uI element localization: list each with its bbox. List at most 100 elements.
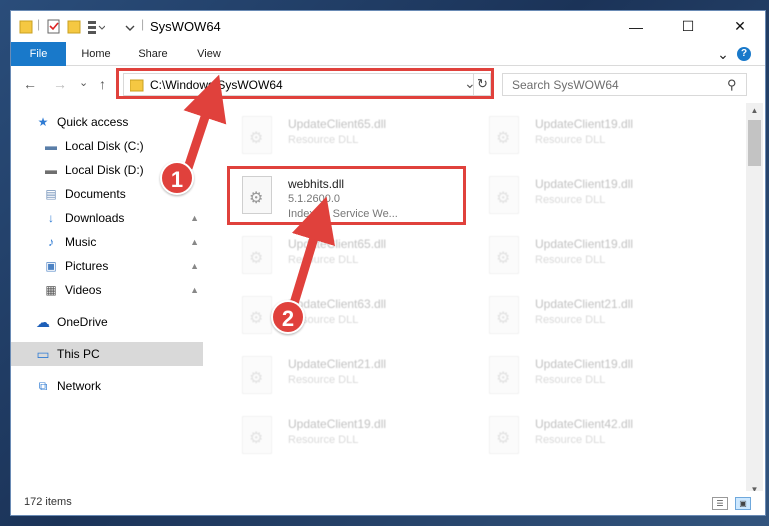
sidebar-item-music[interactable]: ♪ Music ▲ [11,230,203,254]
file-list: UpdateClient65.dll Resource DLL webhits.… [216,103,746,483]
dll-file-icon [489,236,519,274]
file-highlight-box [227,166,466,225]
dll-file-icon [489,116,519,154]
pin-icon[interactable]: ▲ [190,237,199,247]
sidebar-item-local-disk-c[interactable]: ▬ Local Disk (C:) [11,134,203,158]
tab-file[interactable]: File [11,42,66,66]
sidebar-item-downloads[interactable]: ↓ Downloads ▲ [11,206,203,230]
sidebar-item-onedrive[interactable]: ☁ OneDrive [11,310,203,334]
dll-file-icon [242,296,272,334]
pin-icon[interactable]: ▲ [190,213,199,223]
up-button[interactable]: ↑ [99,76,106,92]
sidebar-item-label: OneDrive [57,315,108,329]
sidebar-item-this-pc[interactable]: ▭ This PC [11,342,203,366]
download-icon: ↓ [48,211,54,225]
search-icon[interactable]: ⚲ [727,77,737,93]
sidebar-item-label: Network [57,379,102,393]
file-item[interactable]: UpdateClient19.dll Resource DLL [471,351,711,403]
sidebar-item-label: This PC [57,347,100,361]
file-name: UpdateClient65.dll [288,117,387,131]
title-bar: | | SysWOW64 — ☐ ✕ [11,11,765,42]
expand-ribbon-icon[interactable]: ⌄ [713,42,733,66]
file-type: Resource DLL [288,374,359,386]
file-item[interactable]: UpdateClient19.dll Resource DLL [471,171,711,223]
pin-icon[interactable]: ▲ [190,261,199,271]
scroll-thumb[interactable] [748,120,761,166]
file-item[interactable]: UpdateClient65.dll Resource DLL [224,231,464,283]
file-item[interactable]: UpdateClient19.dll Resource DLL [224,411,464,463]
file-type: Resource DLL [535,254,606,266]
sidebar-item-pictures[interactable]: ▣ Pictures ▲ [11,254,203,278]
sidebar-item-videos[interactable]: ▦ Videos ▲ [11,278,203,302]
tab-share[interactable]: Share [128,42,178,66]
dll-file-icon [489,296,519,334]
navigation-pane: ★ Quick access ▬ Local Disk (C:) ▬ Local… [11,103,206,483]
scroll-up-icon[interactable]: ▲ [746,103,763,119]
file-item[interactable]: UpdateClient21.dll Resource DLL [471,291,711,343]
star-icon: ★ [37,115,49,129]
details-view-icon[interactable]: ☰ [712,497,728,510]
sidebar-item-network[interactable]: ⧉ Network [11,374,203,398]
file-type: Resource DLL [535,374,606,386]
picture-icon: ▣ [45,259,57,273]
sidebar-item-label: Quick access [57,115,129,129]
large-icons-view-icon[interactable]: ▣ [735,497,751,510]
file-type: Resource DLL [535,314,606,326]
toolbar-divider: | [141,17,145,31]
close-button[interactable]: ✕ [717,11,763,42]
dll-file-icon [242,236,272,274]
file-name: UpdateClient19.dll [535,237,634,251]
dll-file-icon [242,116,272,154]
maximize-button[interactable]: ☐ [665,11,711,42]
sidebar-item-label: Pictures [65,259,109,273]
music-icon: ♪ [48,235,54,249]
file-type: Resource DLL [288,434,359,446]
network-icon: ⧉ [38,378,48,393]
file-item[interactable]: UpdateClient19.dll Resource DLL [471,111,711,163]
file-name: UpdateClient65.dll [288,237,387,251]
cloud-icon: ☁ [36,313,50,330]
toolbar-divider: | [37,17,41,31]
sidebar-item-label: Music [65,235,97,249]
sidebar-item-quick-access[interactable]: ★ Quick access [11,110,203,134]
search-box[interactable]: Search SysWOW64 ⚲ [502,73,747,96]
search-input[interactable]: Search SysWOW64 [512,78,619,92]
new-folder-icon[interactable] [67,18,81,36]
file-name: UpdateClient19.dll [535,177,634,191]
step-badge-2: 2 [271,300,305,334]
properties-icon[interactable] [47,18,61,36]
tab-view[interactable]: View [184,42,234,66]
file-item[interactable]: UpdateClient42.dll Resource DLL [471,411,711,463]
view-options-icon[interactable] [87,18,105,36]
minimize-button[interactable]: — [613,11,659,42]
dll-file-icon [489,416,519,454]
pin-icon[interactable]: ▲ [190,285,199,295]
file-name: UpdateClient19.dll [535,117,634,131]
dll-file-icon [489,176,519,214]
file-type: Resource DLL [535,194,606,206]
file-item[interactable]: UpdateClient63.dll Resource DLL [224,291,464,343]
file-item[interactable]: UpdateClient19.dll Resource DLL [471,231,711,283]
forward-button[interactable]: → [53,76,67,92]
back-button[interactable]: ← [23,76,37,92]
file-item[interactable]: UpdateClient65.dll Resource DLL [224,111,464,163]
sidebar-item-label: Local Disk (C:) [65,139,144,153]
recent-locations-button[interactable]: ⌄ [79,76,88,89]
status-bar: 172 items ☰ ▣ [11,491,765,515]
dll-file-icon [242,416,272,454]
file-type: Resource DLL [535,434,606,446]
tab-home[interactable]: Home [71,42,121,66]
customize-toolbar-icon[interactable] [124,18,136,36]
window-title: SysWOW64 [150,19,221,34]
vertical-scrollbar[interactable]: ▲ ▼ [746,103,763,498]
folder-icon [19,20,33,34]
file-item[interactable]: UpdateClient21.dll Resource DLL [224,351,464,403]
help-icon[interactable]: ? [737,47,751,61]
file-name: UpdateClient42.dll [535,417,634,431]
drive-icon: ▬ [45,163,57,177]
dll-file-icon [242,356,272,394]
dll-file-icon [489,356,519,394]
sidebar-item-label: Local Disk (D:) [65,163,144,177]
drive-icon: ▬ [45,139,57,153]
computer-icon: ▭ [36,345,50,362]
